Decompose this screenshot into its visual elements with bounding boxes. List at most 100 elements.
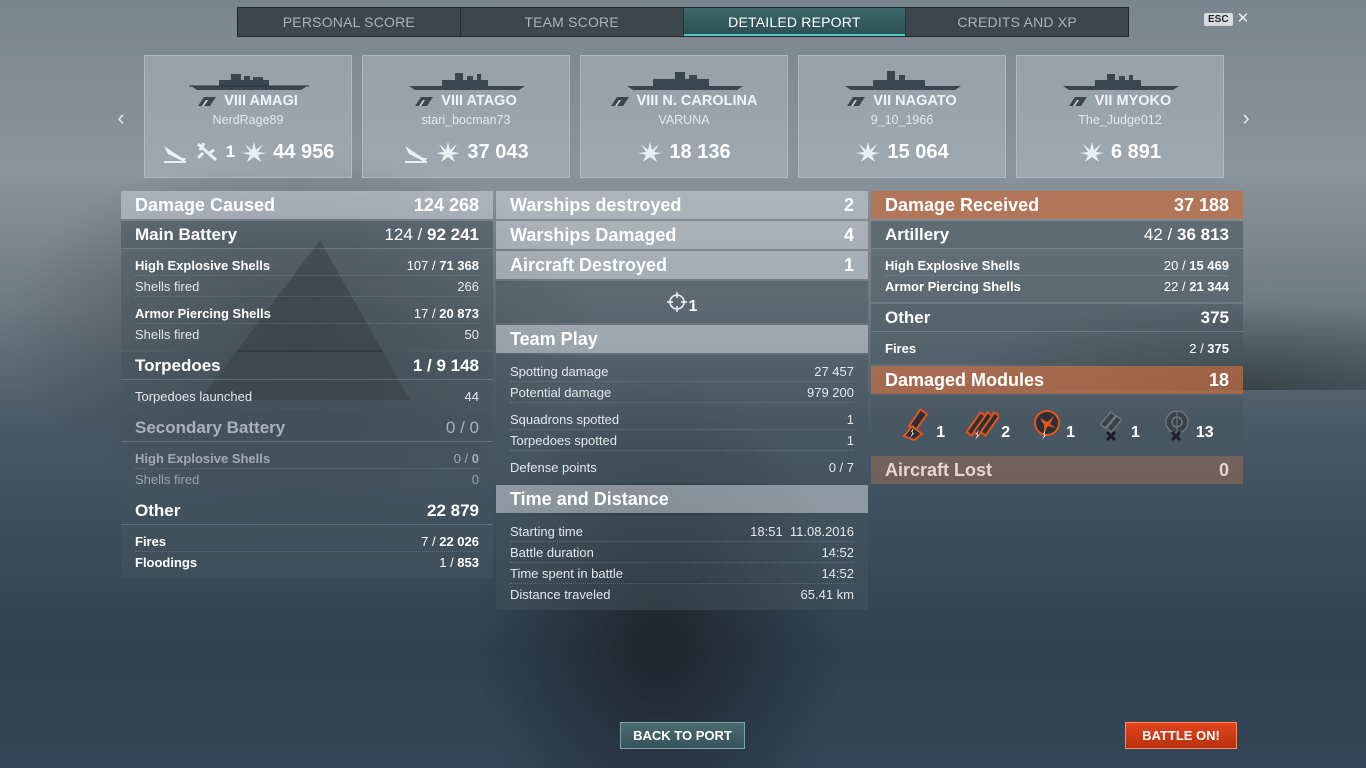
main-battery-details: High Explosive Shells 107 / 71 368 Shell… xyxy=(121,249,493,350)
warships-destroyed-header: Warships destroyed 2 xyxy=(496,191,868,219)
damage-value: 15 064 xyxy=(887,140,949,163)
player-name: 9_10_1966 xyxy=(870,113,934,127)
torpedoes-spotted-row: Torpedoes spotted 1 xyxy=(510,430,854,451)
damage-icon xyxy=(242,142,267,162)
starting-time-row: Starting time 18:51 11.08.2016 xyxy=(510,521,854,542)
secondary-battery-label: Secondary Battery xyxy=(135,417,286,437)
player-name: NerdRage89 xyxy=(212,113,284,127)
main-battery-header: Main Battery 124 / 92 241 xyxy=(121,221,493,249)
aircraft-count: 1 xyxy=(688,298,698,315)
aircraft-destroyed-header: Aircraft Destroyed 1 xyxy=(496,251,868,279)
torpedoes-label: Torpedoes xyxy=(135,355,221,375)
received-other-header: Other 375 xyxy=(871,304,1243,332)
chevron-left-icon[interactable]: ‹ xyxy=(111,105,131,131)
back-to-port-button[interactable]: BACK TO PORT xyxy=(620,722,745,749)
sunk-ship-icon xyxy=(405,146,428,163)
he-shells-row: High Explosive Shells 107 / 71 368 xyxy=(135,255,479,276)
damaged-modules-list: 1 2 1 1 13 xyxy=(871,396,1243,454)
rangefinder-destroyed-icon xyxy=(1165,410,1189,442)
time-distance-header: Time and Distance xyxy=(496,485,868,513)
battleship-class-icon xyxy=(847,96,866,106)
ship-name: VII MYOKO xyxy=(1094,93,1172,109)
battle-on-button[interactable]: BATTLE ON! xyxy=(1125,722,1237,749)
defense-points-row: Defense points 0 / 7 xyxy=(510,459,854,475)
warships-damaged-header: Warships Damaged 4 xyxy=(496,221,868,249)
sunk-ship-icon xyxy=(163,146,186,163)
module-item: 1 xyxy=(900,408,945,442)
ship-card[interactable]: VII NAGATO 9_10_1966 15 064 xyxy=(798,55,1006,178)
tab-detailed-report[interactable]: DETAILED REPORT xyxy=(683,8,907,36)
main-battery-label: Main Battery xyxy=(135,224,238,244)
secondary-battery-details: High Explosive Shells 0 / 0 Shells fired… xyxy=(121,442,493,495)
damage-icon xyxy=(1079,142,1104,162)
ship-card[interactable]: VIII AMAGI NerdRage89 1 44 956 xyxy=(144,55,352,178)
close-icon[interactable]: ✕ xyxy=(1237,11,1250,26)
torpedoes-details: Torpedoes launched 44 xyxy=(121,380,493,412)
ship-silhouette-icon xyxy=(409,73,525,90)
damage-icon xyxy=(436,142,461,162)
main-battery-hits: 124 xyxy=(384,224,413,244)
team-play-header: Team Play xyxy=(496,325,868,353)
close-control[interactable]: ESC ✕ xyxy=(1204,11,1250,26)
tab-personal-score[interactable]: PERSONAL SCORE xyxy=(238,8,461,36)
report-tabs: PERSONAL SCORE TEAM SCORE DETAILED REPOR… xyxy=(237,7,1129,37)
floodings-row: Floodings 1 / 853 xyxy=(135,554,479,570)
other-damage-value: 22 879 xyxy=(427,500,479,520)
torpedoes-launched-row: Torpedoes launched 44 xyxy=(135,388,479,404)
damaged-modules-header: Damaged Modules 18 xyxy=(871,366,1243,394)
combat-summary-panel: Warships destroyed 2 Warships Damaged 4 Ai… xyxy=(496,191,868,612)
artillery-header: Artillery 42 / 36 813 xyxy=(871,221,1243,249)
module-item: 1 xyxy=(1095,408,1140,442)
damage-received-panel: Damage Received 37 188 Artillery 42 / 36 … xyxy=(871,191,1243,486)
damaged-ships-list: VIII AMAGI NerdRage89 1 44 956 VIII ATAG… xyxy=(144,55,1224,178)
planes-count: 1 xyxy=(225,142,236,161)
player-name: stari_bocman73 xyxy=(421,113,511,127)
secondary-battery-destroyed-icon xyxy=(1099,410,1123,442)
secondary-battery-header: Secondary Battery 0 / 0 xyxy=(121,414,493,442)
he-shells-fired-row: Shells fired 266 xyxy=(135,276,479,297)
module-item: 1 xyxy=(1030,408,1075,442)
other-damage-details: Fires 7 / 22 026 Floodings 1 / 853 xyxy=(121,525,493,578)
tab-team-score[interactable]: TEAM SCORE xyxy=(461,8,684,36)
torpedo-tubes-module-icon xyxy=(965,411,1000,440)
esc-key-label: ESC xyxy=(1204,12,1233,26)
main-battery-module-icon xyxy=(902,408,929,442)
received-other-details: Fires 2 / 375 xyxy=(871,332,1243,364)
ship-silhouette-icon xyxy=(189,74,309,90)
sec-shells-fired-row: Shells fired 0 xyxy=(135,471,479,487)
ap-shells-fired-row: Shells fired 50 xyxy=(135,326,479,342)
chevron-right-icon[interactable]: › xyxy=(1236,105,1256,131)
secondary-battery-value: 0 / 0 xyxy=(445,417,479,437)
damage-caused-panel: Damage Caused 124 268 Main Battery 124 /… xyxy=(121,191,493,580)
received-fires-row: Fires 2 / 375 xyxy=(885,340,1229,356)
ship-silhouette-icon xyxy=(1063,74,1179,90)
aircraft-destroyed-details: 1 xyxy=(496,281,868,323)
sec-he-shells-row: High Explosive Shells 0 / 0 xyxy=(135,448,479,469)
plane-shot-down-icon xyxy=(196,142,217,162)
ship-name: VIII AMAGI xyxy=(224,93,298,109)
damage-caused-header: Damage Caused 124 268 xyxy=(121,191,493,219)
other-damage-header: Other 22 879 xyxy=(121,497,493,525)
artillery-details: High Explosive Shells 20 / 15 469 Armor … xyxy=(871,249,1243,302)
cruiser-class-icon xyxy=(415,96,434,106)
damage-icon xyxy=(638,142,663,162)
battleship-class-icon xyxy=(610,96,629,106)
other-damage-label: Other xyxy=(135,500,181,520)
ship-card[interactable]: VIII ATAGO stari_bocman73 37 043 xyxy=(362,55,570,178)
aa-module-icon xyxy=(1034,410,1061,440)
battleship-class-icon xyxy=(198,96,217,106)
ap-shells-row: Armor Piercing Shells 17 / 20 873 xyxy=(135,303,479,324)
damage-received-header: Damage Received 37 188 xyxy=(871,191,1243,219)
ship-card[interactable]: VII MYOKO The_Judge012 6 891 xyxy=(1016,55,1224,178)
received-he-row: High Explosive Shells 20 / 15 469 xyxy=(885,255,1229,276)
distance-traveled-row: Distance traveled 65.41 km xyxy=(510,586,854,602)
tab-credits-xp[interactable]: CREDITS AND XP xyxy=(906,8,1128,36)
time-spent-row: Time spent in battle 14:52 xyxy=(510,563,854,584)
ship-card[interactable]: VIII N. CAROLINA VARUNA 18 136 xyxy=(580,55,788,178)
module-item: 13 xyxy=(1160,408,1214,442)
player-name: The_Judge012 xyxy=(1078,113,1162,127)
damage-value: 6 891 xyxy=(1110,140,1162,163)
damage-value: 18 136 xyxy=(669,140,731,163)
squadrons-spotted-row: Squadrons spotted 1 xyxy=(510,409,854,430)
received-ap-row: Armor Piercing Shells 22 / 21 344 xyxy=(885,278,1229,294)
